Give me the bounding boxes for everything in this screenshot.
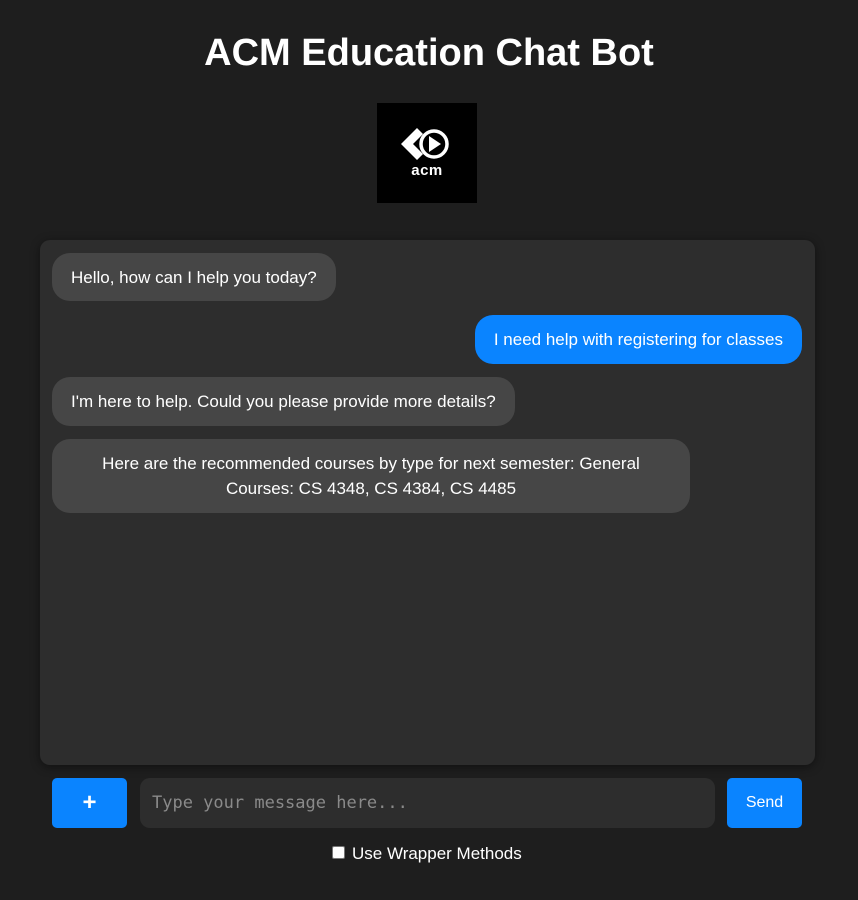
wrapper-methods-checkbox[interactable] xyxy=(332,846,345,859)
acm-logo-icon xyxy=(401,128,449,160)
add-button[interactable]: + xyxy=(52,778,127,828)
acm-logo: acm xyxy=(377,103,477,203)
chat-page: ACM Education Chat Bot acm Hello, how ca… xyxy=(0,0,858,900)
bot-message: I'm here to help. Could you please provi… xyxy=(52,377,515,426)
wrapper-methods-label: Use Wrapper Methods xyxy=(352,844,522,863)
chat-window[interactable]: Hello, how can I help you today? I need … xyxy=(40,240,815,765)
wrapper-methods-option[interactable]: Use Wrapper Methods xyxy=(332,843,522,865)
message-input[interactable] xyxy=(140,778,715,828)
logo-text: acm xyxy=(411,162,443,179)
bot-message: Hello, how can I help you today? xyxy=(52,253,336,301)
user-message: I need help with registering for classes xyxy=(474,315,802,364)
send-button[interactable]: Send xyxy=(727,778,802,828)
bot-message: Here are the recommended courses by type… xyxy=(52,439,690,513)
page-title: ACM Education Chat Bot xyxy=(204,32,654,74)
